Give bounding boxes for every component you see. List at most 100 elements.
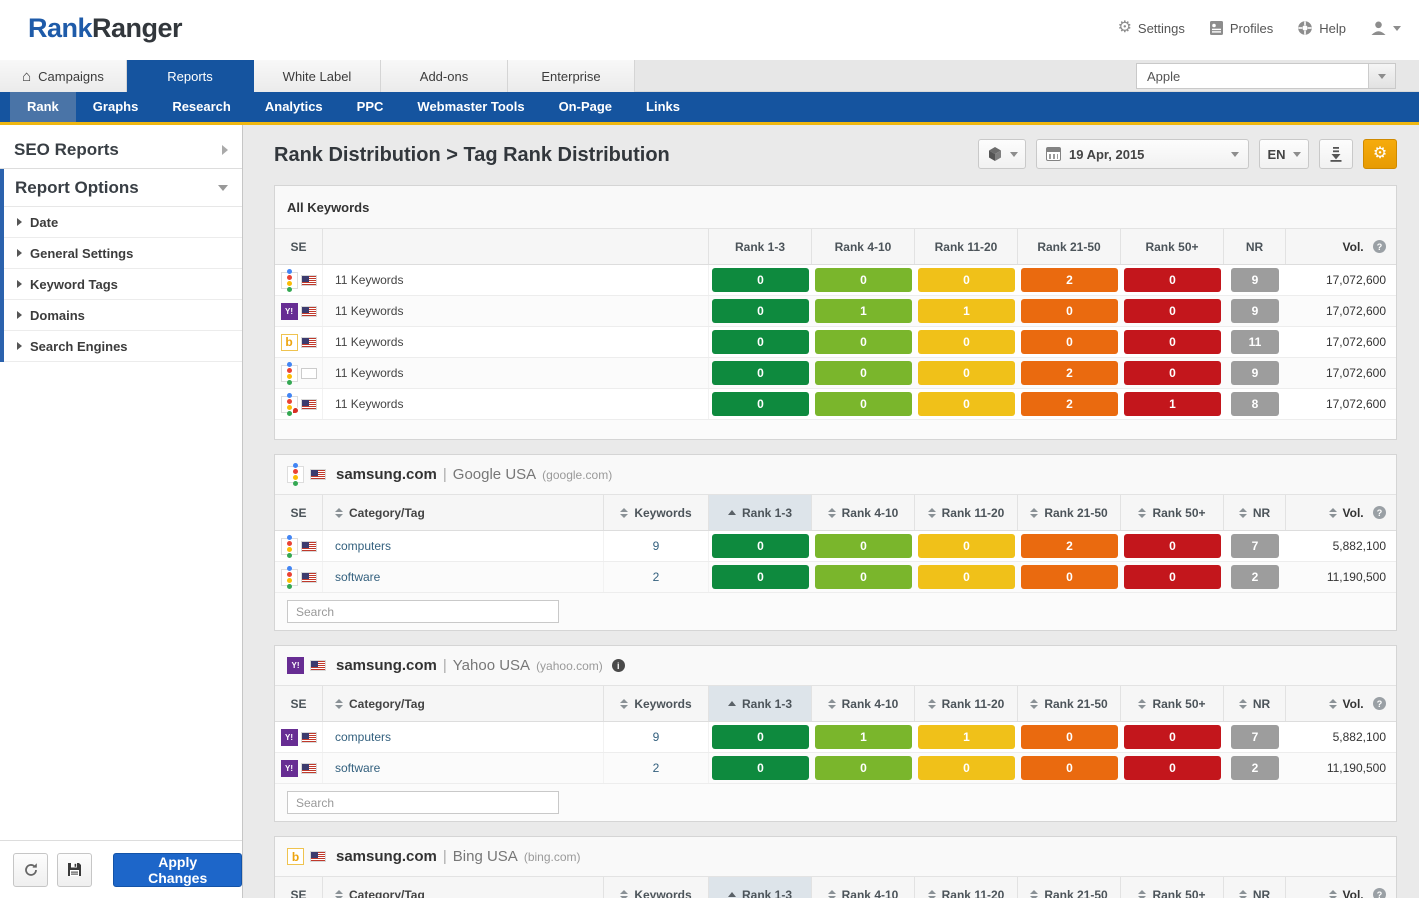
settings-menu-item[interactable]: ⚙ Settings: [1118, 20, 1185, 36]
column-header-keywords[interactable]: Keywords: [604, 686, 709, 721]
home-icon: ⌂: [22, 69, 31, 84]
info-icon[interactable]: i: [612, 659, 625, 672]
rank-pill: 0: [712, 268, 809, 292]
column-header-rank-4-10[interactable]: Rank 4-10: [812, 495, 915, 530]
row-volume: 17,072,600: [1286, 335, 1396, 349]
vol-help-icon[interactable]: ?: [1373, 697, 1386, 710]
subnav-item-research[interactable]: Research: [155, 92, 248, 122]
google-icon: [281, 538, 298, 555]
keywords-link[interactable]: 9: [653, 539, 660, 553]
sidebar-item-general-settings[interactable]: General Settings: [4, 238, 242, 269]
logo[interactable]: RankRanger: [28, 13, 182, 44]
category-link[interactable]: computers: [335, 730, 391, 744]
column-header-vol[interactable]: Vol. ?: [1286, 686, 1396, 721]
user-icon: [1370, 20, 1387, 36]
row-volume: 17,072,600: [1286, 304, 1396, 318]
campaign-selector[interactable]: Apple: [1136, 63, 1396, 89]
column-header-rank-50-: Rank 50+: [1121, 229, 1224, 264]
sidebar-item-search-engines[interactable]: Search Engines: [4, 331, 242, 362]
apply-changes-button[interactable]: Apply Changes: [113, 853, 242, 887]
column-header-rank-21-50[interactable]: Rank 21-50: [1018, 686, 1121, 721]
subnav-item-webmaster-tools[interactable]: Webmaster Tools: [400, 92, 541, 122]
table-card-yahoo-usa: Y!samsung.com|Yahoo USA(yahoo.com)iSECat…: [274, 645, 1397, 822]
subnav-item-ppc[interactable]: PPC: [340, 92, 401, 122]
report-settings-button[interactable]: ⚙: [1363, 139, 1397, 169]
sidebar: SEO Reports Report Options DateGeneral S…: [0, 125, 243, 898]
subnav-item-rank[interactable]: Rank: [10, 92, 76, 122]
column-header-category[interactable]: Category/Tag: [323, 686, 604, 721]
column-header-rank-50-[interactable]: Rank 50+: [1121, 686, 1224, 721]
column-header-rank-50-[interactable]: Rank 50+: [1121, 877, 1224, 898]
row-volume: 17,072,600: [1286, 366, 1396, 380]
sidebar-item-domains[interactable]: Domains: [4, 300, 242, 331]
column-header-rank-4-10[interactable]: Rank 4-10: [812, 686, 915, 721]
column-header-vol[interactable]: Vol. ?: [1286, 495, 1396, 530]
language-value: EN: [1267, 147, 1285, 162]
account-menu-item[interactable]: [1370, 20, 1401, 36]
sort-icon: [620, 890, 628, 898]
tab-campaigns[interactable]: ⌂Campaigns: [0, 60, 127, 92]
sidebar-item-keyword-tags[interactable]: Keyword Tags: [4, 269, 242, 300]
column-header-rank-50-[interactable]: Rank 50+: [1121, 495, 1224, 530]
report-type-button[interactable]: [978, 139, 1026, 169]
language-selector[interactable]: EN: [1259, 139, 1309, 169]
column-header-rank-1-3[interactable]: Rank 1-3: [709, 877, 812, 898]
column-header-keywords[interactable]: Keywords: [604, 495, 709, 530]
table-header-row: SECategory/TagKeywordsRank 1-3Rank 4-10R…: [275, 495, 1396, 531]
category-link[interactable]: software: [335, 761, 380, 775]
keywords-link[interactable]: 2: [653, 761, 660, 775]
column-header-rank-11-20[interactable]: Rank 11-20: [915, 686, 1018, 721]
tab-white-label[interactable]: White Label: [254, 60, 381, 92]
nr-pill: 11: [1231, 330, 1279, 354]
vol-help-icon[interactable]: ?: [1373, 240, 1386, 253]
category-link[interactable]: software: [335, 570, 380, 584]
column-header-rank-1-3[interactable]: Rank 1-3: [709, 686, 812, 721]
main-content: Rank Distribution > Tag Rank Distributio…: [243, 125, 1419, 898]
column-header-nr[interactable]: NR: [1224, 495, 1286, 530]
keywords-link[interactable]: 2: [653, 570, 660, 584]
report-options-label: Report Options: [15, 178, 139, 198]
vol-help-icon[interactable]: ?: [1373, 506, 1386, 519]
row-keywords: 9: [604, 722, 709, 752]
main-tabs: ⌂CampaignsReportsWhite LabelAdd-onsEnter…: [0, 60, 635, 91]
subnav-item-on-page[interactable]: On-Page: [542, 92, 629, 122]
campaign-value: Apple: [1147, 69, 1180, 84]
column-header-vol[interactable]: Vol. ?: [1286, 877, 1396, 898]
subnav-item-links[interactable]: Links: [629, 92, 697, 122]
column-header-category[interactable]: Category/Tag: [323, 495, 604, 530]
sidebar-item-date[interactable]: Date: [4, 207, 242, 238]
help-menu-item[interactable]: Help: [1297, 20, 1346, 36]
download-button[interactable]: [1319, 139, 1353, 169]
campaign-dropdown-button[interactable]: [1368, 64, 1395, 88]
column-header-category[interactable]: Category/Tag: [323, 877, 604, 898]
save-button[interactable]: [57, 853, 92, 887]
sidebar-report-options[interactable]: Report Options: [4, 169, 242, 207]
nr-pill: 9: [1231, 299, 1279, 323]
table-search-input[interactable]: [287, 600, 559, 623]
tab-reports[interactable]: Reports: [127, 60, 254, 92]
profiles-menu-item[interactable]: Profiles: [1209, 20, 1273, 36]
subnav-item-graphs[interactable]: Graphs: [76, 92, 156, 122]
settings-label: Settings: [1138, 21, 1185, 36]
category-link[interactable]: computers: [335, 539, 391, 553]
tab-add-ons[interactable]: Add-ons: [381, 60, 508, 92]
keywords-link[interactable]: 9: [653, 730, 660, 744]
vol-help-icon[interactable]: ?: [1373, 888, 1386, 898]
column-header-nr[interactable]: NR: [1224, 686, 1286, 721]
column-header-nr[interactable]: NR: [1224, 877, 1286, 898]
date-picker[interactable]: 19 Apr, 2015: [1036, 139, 1249, 169]
column-header-rank-21-50[interactable]: Rank 21-50: [1018, 877, 1121, 898]
column-header-rank-1-3[interactable]: Rank 1-3: [709, 495, 812, 530]
subnav-item-analytics[interactable]: Analytics: [248, 92, 340, 122]
engine-name: Bing USA: [453, 848, 518, 865]
table-search-input[interactable]: [287, 791, 559, 814]
column-header-keywords[interactable]: Keywords: [604, 877, 709, 898]
column-header-rank-11-20[interactable]: Rank 11-20: [915, 877, 1018, 898]
sidebar-seo-reports[interactable]: SEO Reports: [0, 131, 242, 169]
table-header-row: SECategory/TagKeywordsRank 1-3Rank 4-10R…: [275, 686, 1396, 722]
column-header-rank-11-20[interactable]: Rank 11-20: [915, 495, 1018, 530]
tab-enterprise[interactable]: Enterprise: [508, 60, 635, 92]
refresh-button[interactable]: [13, 853, 48, 887]
column-header-rank-21-50[interactable]: Rank 21-50: [1018, 495, 1121, 530]
column-header-rank-4-10[interactable]: Rank 4-10: [812, 877, 915, 898]
